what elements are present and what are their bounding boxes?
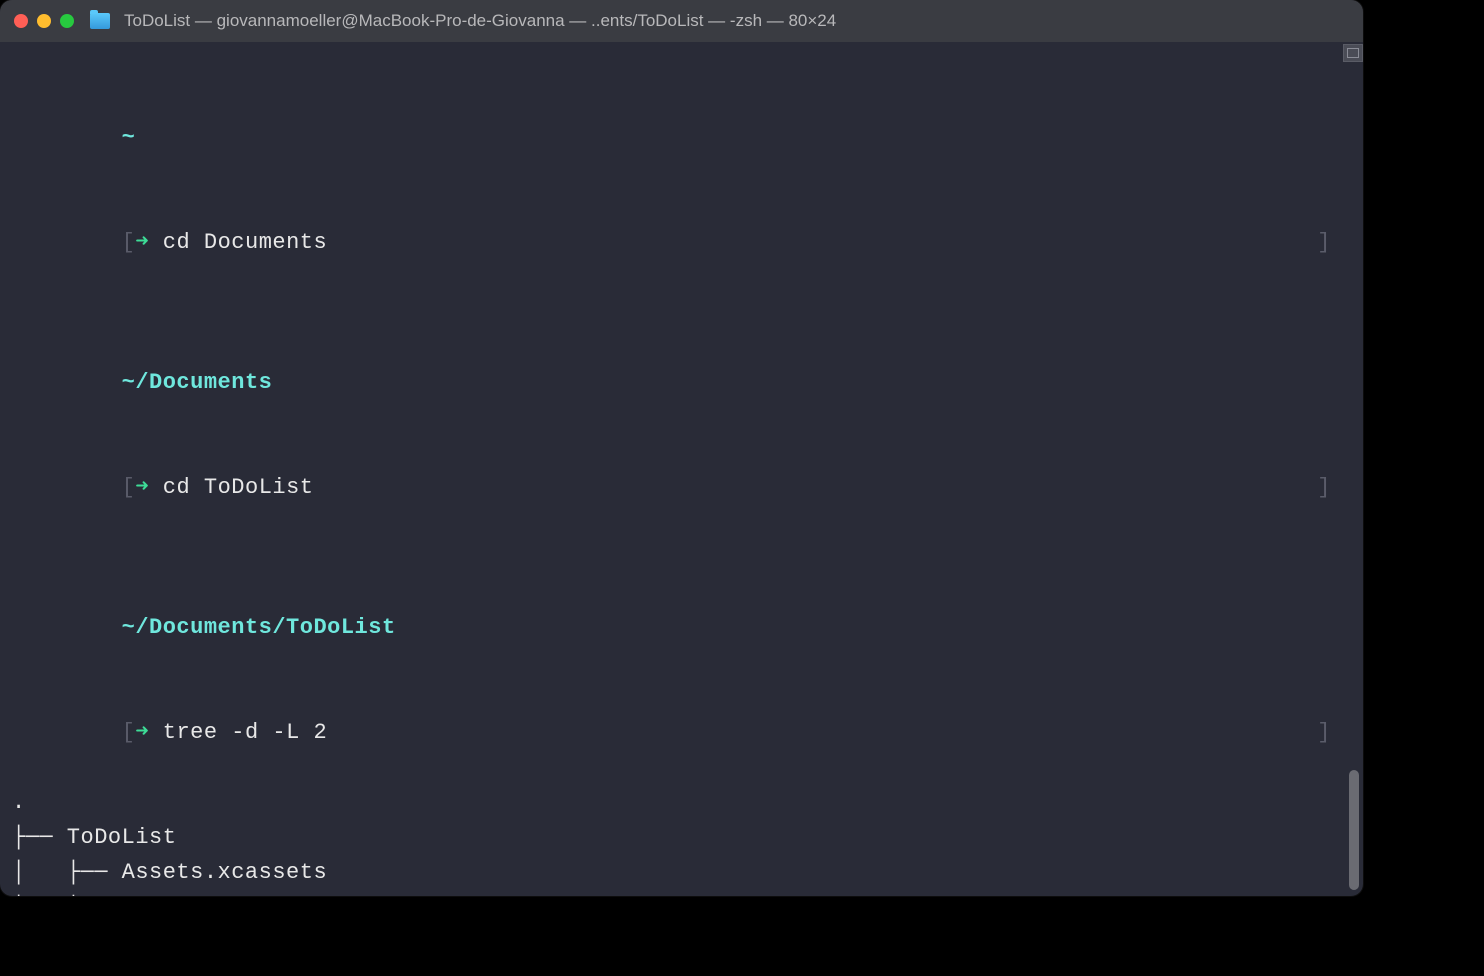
terminal-window: ToDoList — giovannamoeller@MacBook-Pro-d… xyxy=(0,0,1363,896)
tree-output-line: │ └── Base.lproj xyxy=(12,890,1359,896)
terminal-content[interactable]: ~ [➜ cd Documents] ~/Documents [➜ cd ToD… xyxy=(12,50,1359,896)
command-text: cd Documents xyxy=(163,230,327,255)
command-line: [➜ cd ToDoList] xyxy=(12,435,1359,540)
tree-output-line: . xyxy=(12,785,1359,820)
traffic-lights xyxy=(14,14,74,28)
titlebar[interactable]: ToDoList — giovannamoeller@MacBook-Pro-d… xyxy=(0,0,1363,42)
prompt-path-line: ~/Documents xyxy=(12,330,1359,435)
command-line: [➜ cd Documents] xyxy=(12,190,1359,295)
close-button[interactable] xyxy=(14,14,28,28)
terminal-body[interactable]: ~ [➜ cd Documents] ~/Documents [➜ cd ToD… xyxy=(0,42,1363,896)
maximize-button[interactable] xyxy=(60,14,74,28)
tree-output-line: ├── ToDoList xyxy=(12,820,1359,855)
minimize-button[interactable] xyxy=(37,14,51,28)
scrollbar-thumb[interactable] xyxy=(1349,770,1359,890)
prompt-path-line: ~/Documents/ToDoList xyxy=(12,575,1359,680)
command-text: cd ToDoList xyxy=(163,475,314,500)
command-line: [➜ tree -d -L 2] xyxy=(12,680,1359,785)
folder-icon xyxy=(90,13,110,29)
prompt-path-line: ~ xyxy=(12,85,1359,190)
tree-output-line: │ ├── Assets.xcassets xyxy=(12,855,1359,890)
command-text: tree -d -L 2 xyxy=(163,720,327,745)
scroll-indicator-icon[interactable] xyxy=(1343,44,1363,62)
window-title: ToDoList — giovannamoeller@MacBook-Pro-d… xyxy=(124,11,836,31)
